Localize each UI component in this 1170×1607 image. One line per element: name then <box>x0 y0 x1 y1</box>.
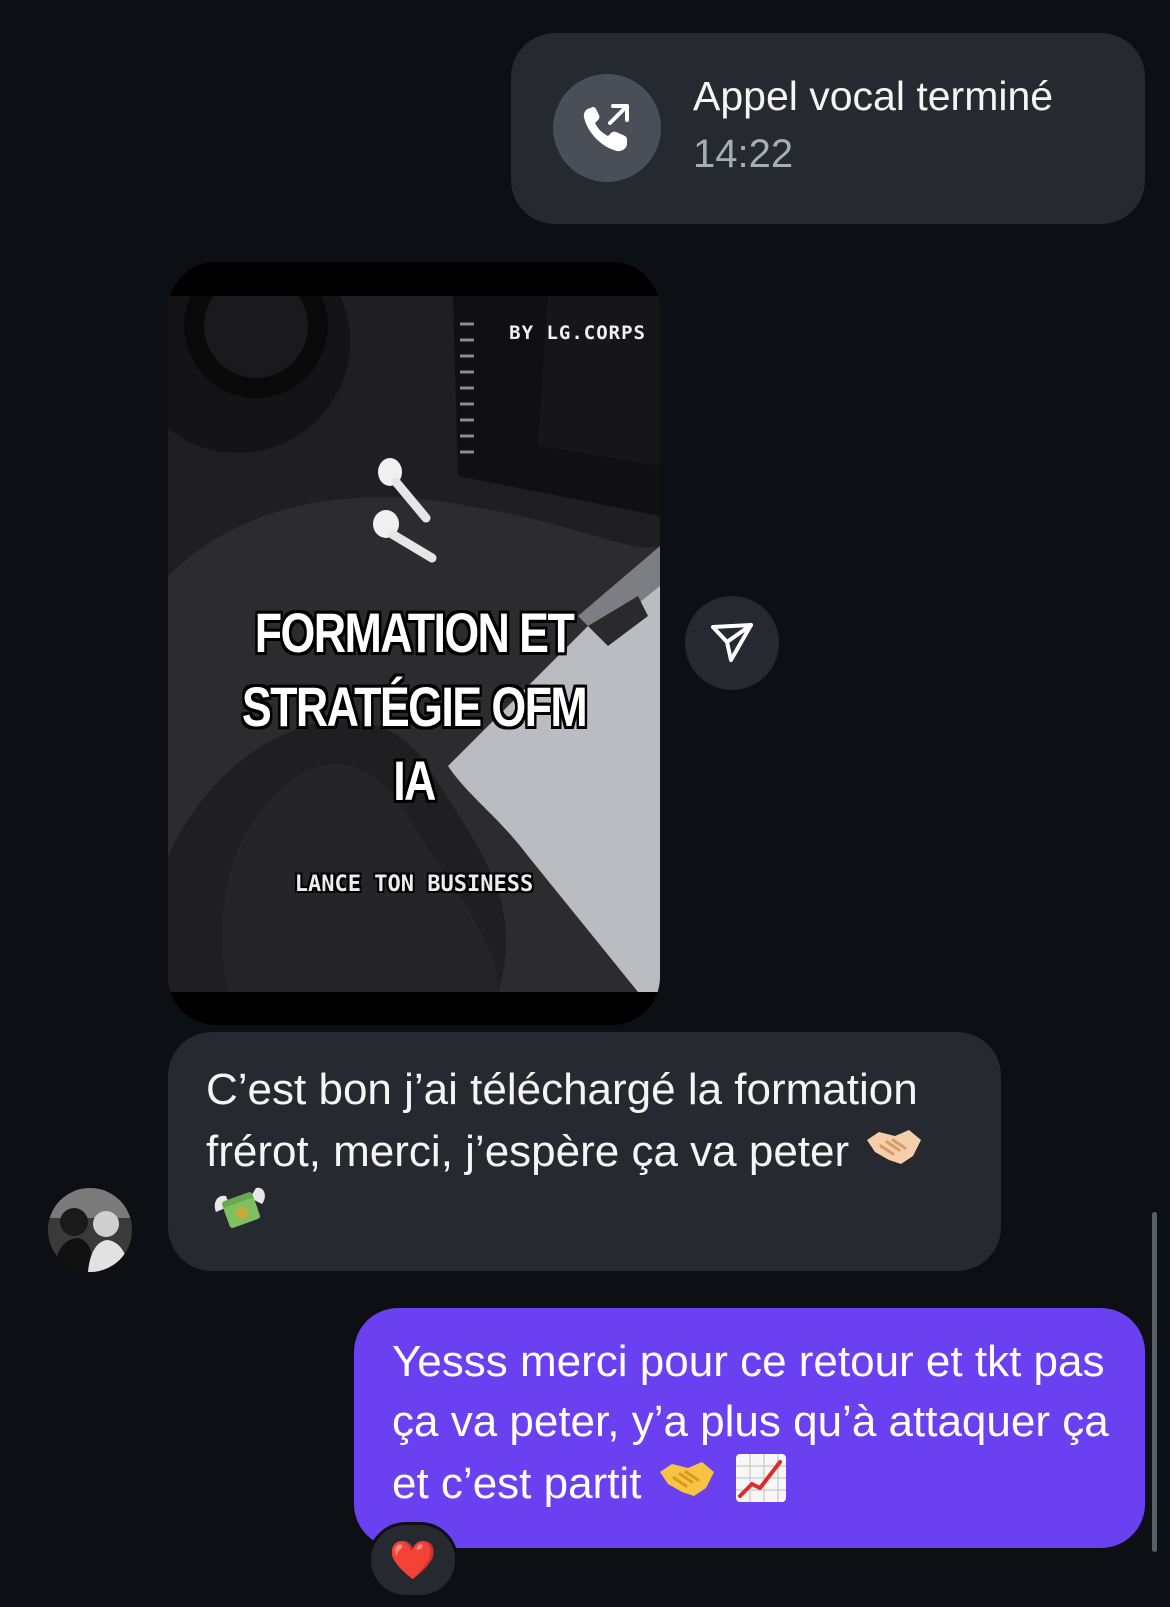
incoming-message-bubble[interactable]: C’est bon j’ai téléchargé la formation f… <box>168 1032 1001 1271</box>
call-title: Appel vocal terminé <box>693 73 1054 119</box>
incoming-message-text: C’est bon j’ai téléchargé la formation f… <box>206 1065 918 1176</box>
post-title-line-1: FORMATION ET <box>254 601 575 664</box>
chat-screen: Appel vocal terminé 14:22 BY LG.CORPS FO… <box>0 0 1170 1607</box>
send-icon <box>711 623 753 662</box>
shared-post-card[interactable]: BY LG.CORPS FORMATION ET STRATÉGIE OFM I… <box>168 262 660 1025</box>
contact-avatar[interactable] <box>48 1188 132 1272</box>
share-post-button[interactable] <box>685 596 779 690</box>
call-ended-bubble[interactable]: Appel vocal terminé 14:22 <box>511 33 1145 224</box>
post-title: FORMATION ET STRATÉGIE OFM IA <box>217 596 611 818</box>
call-time: 14:22 <box>693 132 794 176</box>
post-cover-image: BY LG.CORPS FORMATION ET STRATÉGIE OFM I… <box>168 296 660 992</box>
post-tagline: LANCE TON BUSINESS <box>294 872 534 897</box>
post-title-line-2: STRATÉGIE OFM IA <box>241 675 588 812</box>
incoming-message: C’est bon j’ai téléchargé la formation f… <box>206 1060 966 1244</box>
chart-increasing-emoji <box>735 1454 786 1502</box>
outgoing-message: Yesss merci pour ce retour et tkt pas ça… <box>392 1332 1122 1514</box>
post-byline: BY LG.CORPS <box>509 322 646 344</box>
scrollbar[interactable] <box>1152 1212 1157 1552</box>
outgoing-message-bubble[interactable]: Yesss merci pour ce retour et tkt pas ça… <box>354 1308 1145 1548</box>
heart-icon: ❤️ <box>389 1540 437 1582</box>
handshake-emoji <box>867 1130 922 1164</box>
handshake-emoji <box>659 1462 714 1496</box>
money-with-wings-emoji <box>214 1187 265 1228</box>
phone-outgoing-icon <box>553 74 661 182</box>
heart-reaction[interactable]: ❤️ <box>368 1522 458 1598</box>
